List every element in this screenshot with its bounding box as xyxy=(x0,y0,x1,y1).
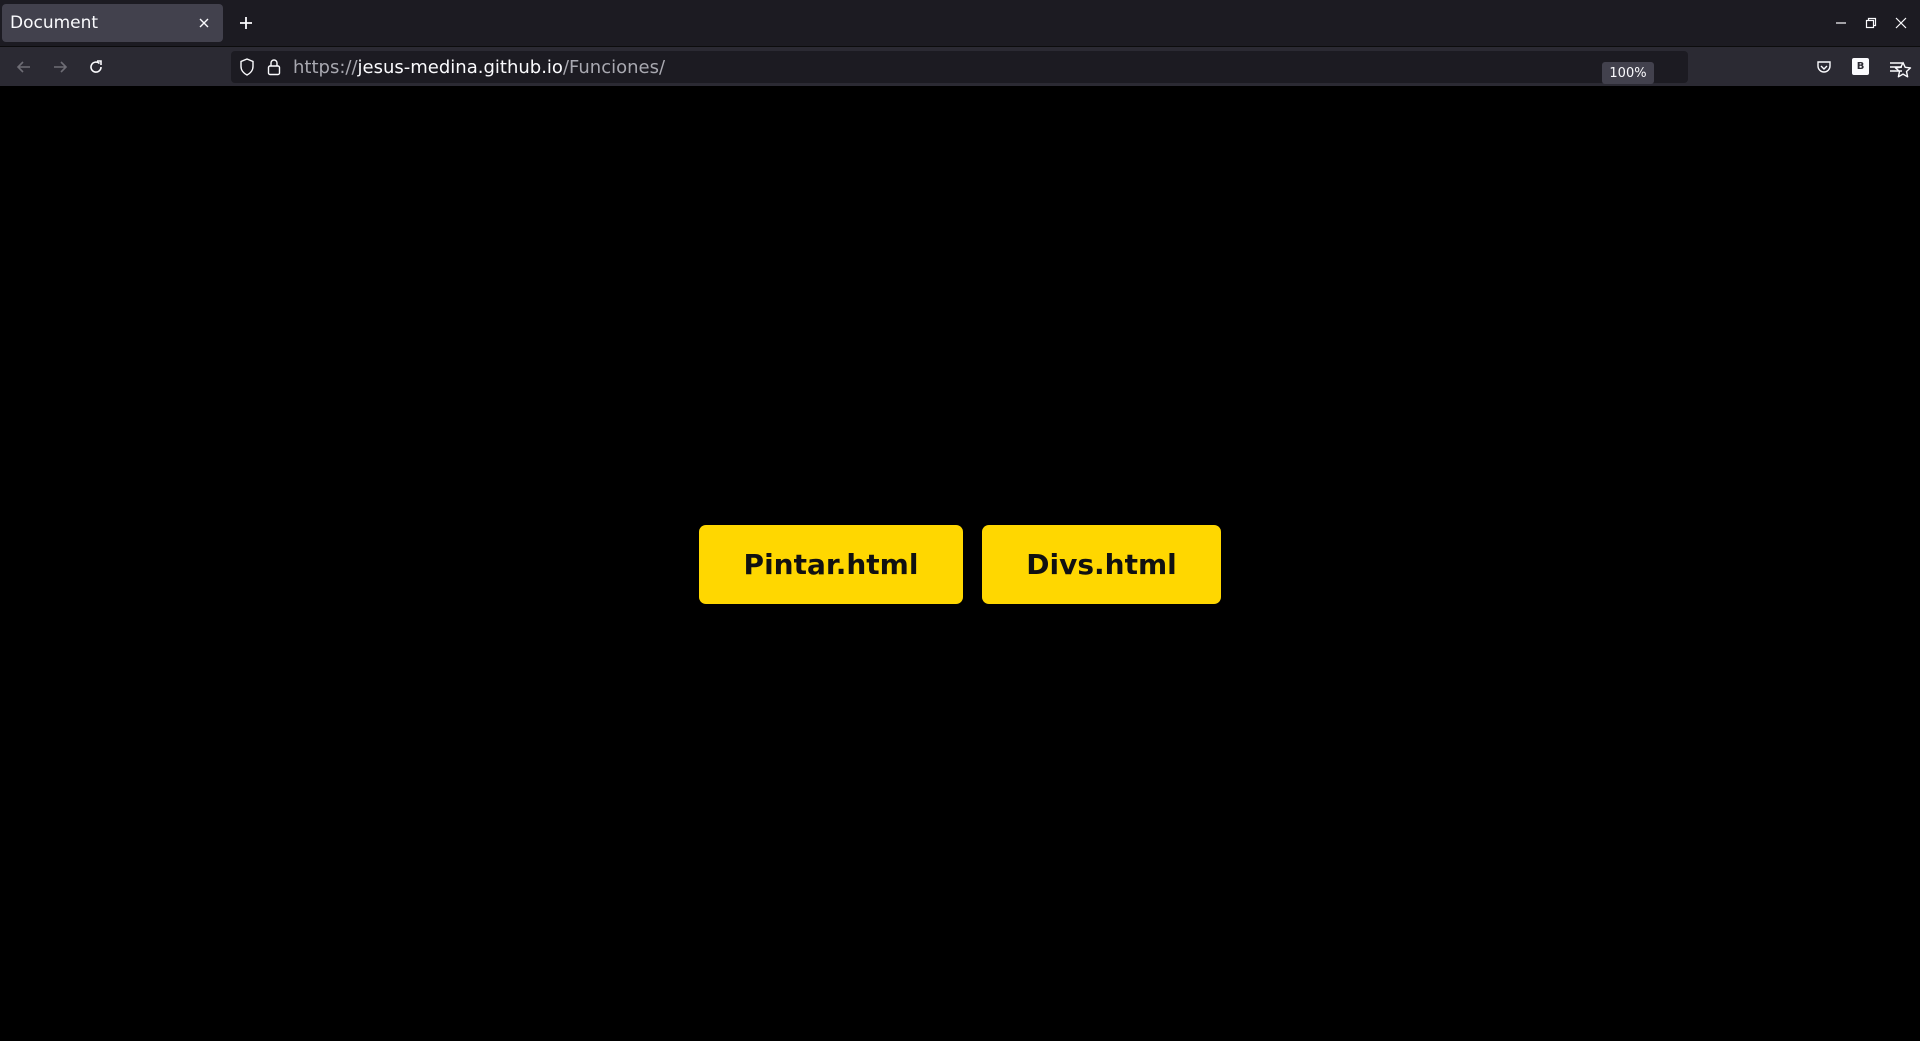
minimize-icon[interactable] xyxy=(1829,11,1853,35)
window-close-icon[interactable] xyxy=(1889,11,1913,35)
pocket-icon[interactable] xyxy=(1810,53,1838,81)
back-arrow-icon[interactable] xyxy=(10,53,38,81)
tab-bar: Document xyxy=(0,0,1920,46)
navigation-toolbar: https://jesus-medina.github.io/Funciones… xyxy=(0,46,1920,86)
reload-icon[interactable] xyxy=(82,53,110,81)
lock-icon[interactable] xyxy=(267,58,281,80)
shield-icon[interactable] xyxy=(239,58,255,80)
forward-arrow-icon[interactable] xyxy=(46,53,74,81)
url-host: jesus-medina.github.io xyxy=(357,57,563,78)
page-content: Pintar.html Divs.html xyxy=(0,86,1920,1041)
menu-icon[interactable] xyxy=(1882,53,1910,81)
tab-title: Document xyxy=(10,13,99,33)
divs-link-button[interactable]: Divs.html xyxy=(982,525,1221,604)
url-scheme: https:// xyxy=(293,57,358,78)
zoom-indicator[interactable]: 100% xyxy=(1602,62,1654,84)
url-bar[interactable]: https://jesus-medina.github.io/Funciones… xyxy=(231,51,1912,84)
extension-badge[interactable]: B xyxy=(1852,58,1869,75)
url-text[interactable]: https://jesus-medina.github.io/Funciones… xyxy=(293,57,665,78)
close-icon[interactable] xyxy=(191,10,217,36)
restore-icon[interactable] xyxy=(1859,11,1883,35)
pintar-link-button[interactable]: Pintar.html xyxy=(699,525,963,604)
url-path: /Funciones/ xyxy=(562,57,666,78)
plus-icon[interactable] xyxy=(232,9,260,37)
tab-document[interactable]: Document xyxy=(2,4,223,42)
